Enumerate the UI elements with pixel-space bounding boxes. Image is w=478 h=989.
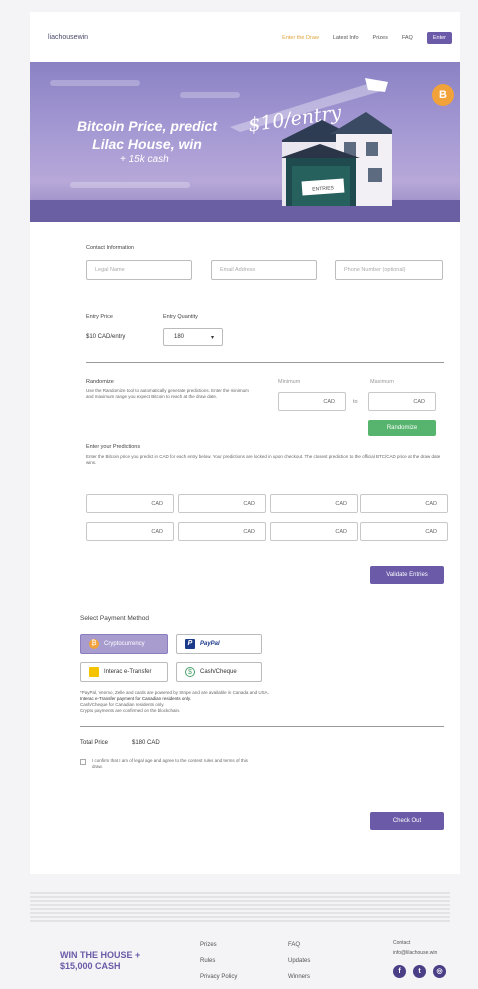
bitcoin-coin-icon: B xyxy=(432,84,454,106)
range-to-label: to xyxy=(353,399,358,405)
payment-option-crypto[interactable]: ₿ Cryptocurrency xyxy=(80,634,168,654)
checkout-button[interactable]: Check Out xyxy=(370,812,444,830)
randomize-button[interactable]: Randomize xyxy=(368,420,436,436)
randomize-description: Use the Randomize tool to automatically … xyxy=(86,388,249,399)
page: liachousewin Enter the Draw Latest Info … xyxy=(0,0,478,989)
entry-quantity-select[interactable]: 180 ▾ xyxy=(163,328,223,346)
terms-text: I confirm that I am of legal age and agr… xyxy=(92,758,248,769)
maximum-label: Maximum xyxy=(370,379,394,385)
main-card: liachousewin Enter the Draw Latest Info … xyxy=(30,12,460,874)
entry-price-value: $10 CAD/entry xyxy=(86,334,126,340)
footer-link-rules[interactable]: Rules xyxy=(200,958,215,964)
footer-link-updates[interactable]: Updates xyxy=(288,958,310,964)
hero-title: Bitcoin Price, predict Lilac House, win xyxy=(76,118,218,152)
dollar-icon: $ xyxy=(185,667,195,677)
contact-label: Contact Information xyxy=(86,245,134,251)
payment-option-label: PayPal xyxy=(200,641,220,647)
chevron-down-icon: ▾ xyxy=(210,335,214,341)
payment-option-label: Interac e-Transfer xyxy=(104,669,152,675)
nav-link-latest[interactable]: Latest Info xyxy=(333,35,359,41)
prediction-input[interactable]: CAD xyxy=(360,522,448,541)
nav-links: Enter the Draw Latest Info Prizes FAQ En… xyxy=(282,32,452,44)
house-illustration-icon: ENTRIES xyxy=(282,112,392,206)
maximum-input[interactable]: CAD xyxy=(368,392,436,411)
facebook-icon[interactable]: f xyxy=(393,965,406,978)
validate-entries-button[interactable]: Validate Entries xyxy=(370,566,444,584)
footer-title: WIN THE HOUSE + $15,000 CASH xyxy=(60,950,141,971)
nav-enter-button[interactable]: Enter xyxy=(426,32,452,44)
prediction-input[interactable]: CAD xyxy=(86,494,174,513)
payment-note: *PayPal, Venmo, Zelle and cards are powe… xyxy=(80,690,410,714)
footer-link-faq[interactable]: FAQ xyxy=(288,942,300,948)
prediction-input[interactable]: CAD xyxy=(360,494,448,513)
nav-link-prizes[interactable]: Prizes xyxy=(373,35,388,41)
nav-link-faq[interactable]: FAQ xyxy=(402,35,413,41)
prediction-input[interactable]: CAD xyxy=(178,494,266,513)
minimum-input[interactable]: CAD xyxy=(278,392,346,411)
prediction-input[interactable]: CAD xyxy=(86,522,174,541)
hero-ground xyxy=(30,200,460,222)
predictions-title: Enter your Predictions xyxy=(86,444,141,450)
footer-contact-email[interactable]: info@lilachouse.win xyxy=(393,950,437,956)
entry-quantity-label: Entry Quantity xyxy=(163,314,198,320)
legal-name-field[interactable]: Legal Name xyxy=(86,260,192,280)
hero-subtitle: + 15k cash xyxy=(120,154,169,165)
bitcoin-icon: ₿ xyxy=(89,639,99,649)
hero-banner: B Bitcoin Price, predict Lilac House, wi… xyxy=(30,62,460,222)
cloud xyxy=(70,182,190,188)
divider xyxy=(80,726,444,727)
footer-link-winners[interactable]: Winners xyxy=(288,974,310,980)
footer-contact-label: Contact xyxy=(393,940,411,946)
entry-price-label: Entry Price xyxy=(86,314,113,320)
phone-field[interactable]: Phone Number (optional) xyxy=(335,260,443,280)
twitter-icon[interactable]: t xyxy=(413,965,426,978)
payment-note-line: Crypto payments are confirmed on the blo… xyxy=(80,708,181,713)
footer-link-prizes[interactable]: Prizes xyxy=(200,942,217,948)
total-price-value: $180 CAD xyxy=(132,740,160,746)
nav-link-enter[interactable]: Enter the Draw xyxy=(282,35,319,41)
payment-option-paypal[interactable]: P PayPal xyxy=(176,634,262,654)
prediction-input[interactable]: CAD xyxy=(178,522,266,541)
cloud xyxy=(50,80,140,86)
minimum-label: Minimum xyxy=(278,379,301,385)
legal-fine-print xyxy=(30,892,450,924)
prediction-input[interactable]: CAD xyxy=(270,494,358,513)
top-nav: liachousewin Enter the Draw Latest Info … xyxy=(30,12,460,62)
paypal-icon: P xyxy=(185,639,195,649)
randomize-title: Randomize xyxy=(86,379,114,385)
brand-logo[interactable]: liachousewin xyxy=(48,34,88,41)
terms-checkbox[interactable] xyxy=(80,759,86,765)
prediction-input[interactable]: CAD xyxy=(270,522,358,541)
predictions-description: Enter the Bitcoin price you predict in C… xyxy=(86,454,441,465)
payment-option-interac[interactable]: Interac e-Transfer xyxy=(80,662,168,682)
instagram-icon[interactable]: ◎ xyxy=(433,965,446,978)
total-price-label: Total Price xyxy=(80,740,109,746)
interac-icon xyxy=(89,667,99,677)
payment-option-label: Cryptocurrency xyxy=(104,641,145,647)
payment-title: Select Payment Method xyxy=(80,615,150,622)
payment-option-label: Cash/Cheque xyxy=(200,669,237,675)
email-field[interactable]: Email Address xyxy=(211,260,317,280)
divider xyxy=(86,362,444,363)
footer-link-privacy[interactable]: Privacy Policy xyxy=(200,974,237,980)
payment-option-cash[interactable]: $ Cash/Cheque xyxy=(176,662,262,682)
entry-quantity-value: 180 xyxy=(174,334,185,340)
